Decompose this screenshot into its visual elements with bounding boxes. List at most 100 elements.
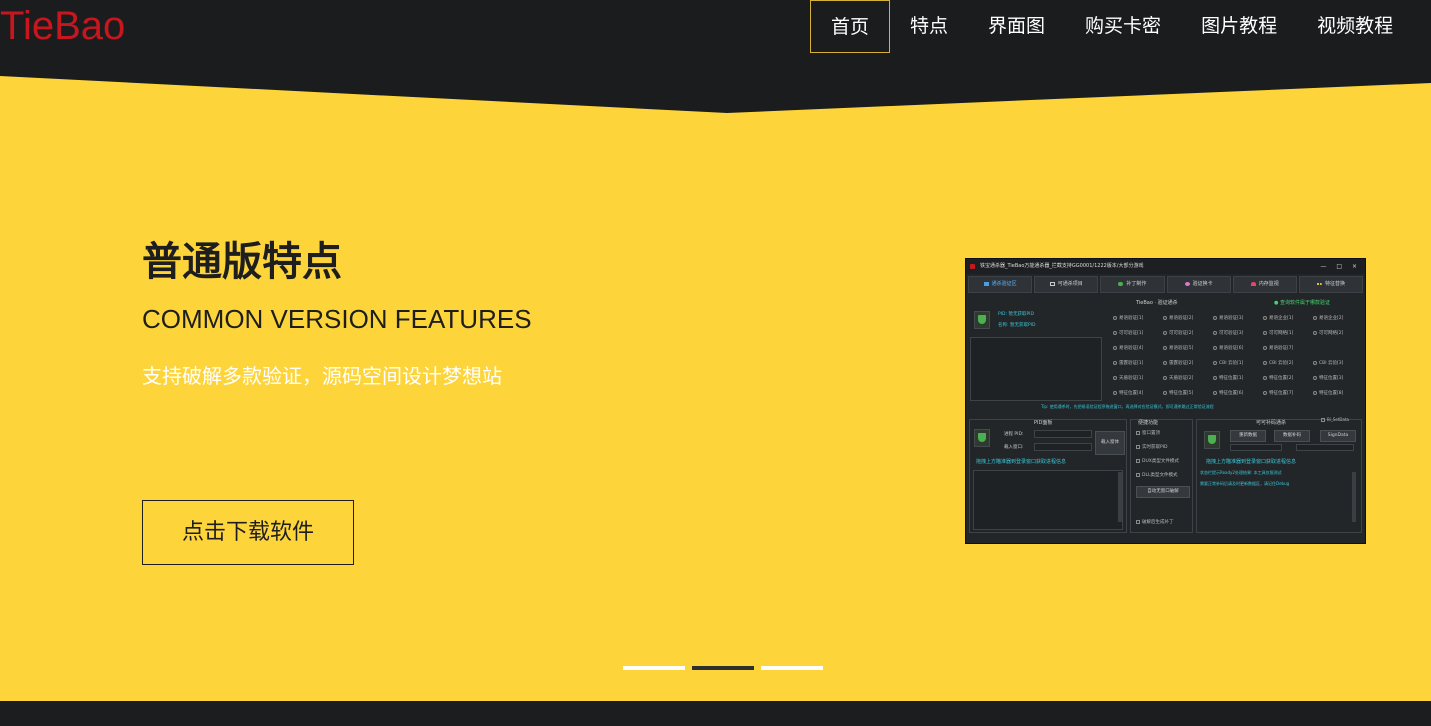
dots-icon [1316, 282, 1322, 285]
right-log-line: 状态栏提示Ready2处理结果: 本工具仅限测试 [1200, 470, 1282, 475]
verify-option: CBI 云验[3] [1313, 359, 1361, 368]
verify-option: 易语验证[5] [1163, 344, 1211, 353]
app-titlebar: 铁宝通杀器_TieBao万能通杀器_拦截支持GG0001/1222版本/大部分游… [966, 259, 1365, 274]
preview-box [970, 337, 1102, 401]
verify-option: 特征位置[1] [1213, 374, 1261, 383]
right-field [1230, 444, 1282, 451]
verify-option: 易语验证[2] [1163, 314, 1211, 323]
nav-item-buy-card[interactable]: 购买卡密 [1065, 0, 1181, 53]
pid-label: PID: 暂无获取PID [998, 311, 1034, 317]
query-link: ● 查询软件属于哪款验证 [1274, 300, 1330, 306]
verify-option: 特征位置[8] [1313, 389, 1361, 398]
carousel-indicators [623, 666, 823, 670]
pid-value: PID: 暂无获取PID [998, 312, 1034, 317]
verify-option: 易语验证[7] [1263, 344, 1311, 353]
header-notch-shape [0, 76, 1431, 113]
app-tab-label: 可通杀项目 [1057, 281, 1083, 287]
tip-text: Tip: 使用通杀时，先把易语验证程序拖进窗口，再选择对应验证模式，即可通杀跳过… [1041, 404, 1214, 409]
app-logo-icon [970, 264, 975, 269]
verify-option: 易语验证[4] [1113, 344, 1161, 353]
hero-description: 支持破解多款验证，源码空间设计梦想站 [142, 364, 502, 388]
right-button: SignData [1320, 430, 1356, 442]
carousel-dot-3[interactable] [761, 666, 823, 670]
heart-icon [1250, 281, 1256, 286]
right-hint: 拖拽上方瞄准器到登录窗口获取进程信息 [1206, 459, 1297, 465]
footer-bar [0, 701, 1431, 726]
verify-option: 特征位置[3] [1313, 374, 1361, 383]
verify-option: CBI 云验[2] [1263, 359, 1311, 368]
verify-option: 可可验证[3] [1213, 329, 1261, 338]
window-field [1034, 443, 1092, 451]
verify-option: CBI 云验[1] [1213, 359, 1261, 368]
verify-option: 易语验证[6] [1213, 344, 1261, 353]
verify-option: 可可验证[2] [1163, 329, 1211, 338]
chat-icon [1118, 281, 1124, 286]
verify-option-empty [1313, 344, 1361, 353]
site-logo[interactable]: TieBao [0, 4, 125, 48]
pid-panel-title: PID面板 [1034, 420, 1053, 426]
verify-section-title: TieBao · 验证通杀 [1136, 300, 1178, 306]
verify-option: 特征位置[6] [1213, 389, 1261, 398]
nav-item-home[interactable]: 首页 [810, 0, 891, 53]
nav-item-image-tutorial[interactable]: 图片教程 [1181, 0, 1297, 53]
right-button: 数据补码 [1274, 430, 1310, 442]
app-tab-projects: 可通杀项目 [1034, 276, 1099, 293]
app-tab-card: 验证换卡 [1166, 276, 1231, 293]
quick-option: 实时获取PID [1136, 444, 1168, 450]
pid-log-box [973, 470, 1123, 530]
verify-option: 易语验证[1] [1113, 314, 1161, 323]
hero-subtitle: COMMON VERSION FEATURES [142, 304, 532, 334]
verify-option: 可可网络[1] [1263, 329, 1311, 338]
app-tab-verify: 通杀验证区 [968, 276, 1033, 293]
app-tab-replace: 特征替换 [1298, 276, 1364, 293]
app-tab-label: 通杀验证区 [991, 281, 1017, 287]
load-window-button: 载入窗体 [1095, 431, 1125, 455]
download-button[interactable]: 点击下载软件 [142, 500, 354, 565]
name-label: 名称: 暂无获取PID [998, 322, 1035, 328]
verify-options-grid: 易语验证[1] 易语验证[2] 易语验证[3] 易语企业[1] 易语企业[2] … [1113, 314, 1361, 398]
verify-option: 特征位置[7] [1263, 389, 1311, 398]
right-field [1296, 444, 1354, 451]
top-navigation-bar: TieBao 首页 特点 界面图 购买卡密 图片教程 视频教程 [0, 0, 1431, 76]
user-icon [1184, 281, 1190, 286]
pid-hint: 拖拽上方瞄准器到登录窗口获取进程信息 [976, 459, 1067, 465]
grid-icon [983, 281, 989, 286]
verify-option: 特征位置[5] [1163, 389, 1211, 398]
hero-title: 普通版特点 [142, 239, 342, 285]
name-value: 名称: 暂无获取PID [998, 323, 1036, 328]
verify-option: 易语验证[3] [1213, 314, 1261, 323]
quick-option: DLL类型文件模式 [1136, 472, 1177, 478]
verify-option: 易语企业[1] [1263, 314, 1311, 323]
verify-option: 易语企业[2] [1313, 314, 1361, 323]
verify-option: 可可验证[1] [1113, 329, 1161, 338]
right-panel-title: 可可补码通杀 [1256, 420, 1287, 426]
auto-crack-button: 自动无窗口破解 [1136, 486, 1190, 498]
carousel-dot-1[interactable] [623, 666, 685, 670]
right-log-line: 需要正常补码后请及时更新数据区，请记住Debug [1200, 481, 1290, 486]
right-button: 重新数据 [1230, 430, 1266, 442]
monitor-icon [1049, 281, 1055, 286]
process-pid-label: 进程 PID: [1004, 432, 1024, 437]
app-title-text: 铁宝通杀器_TieBao万能通杀器_拦截支持GG0001/1222版本/大部分游… [980, 263, 1144, 269]
app-tab-label: 内存监视 [1258, 281, 1279, 287]
carousel-dot-2[interactable] [692, 666, 754, 670]
verify-option: 可可网络[2] [1313, 329, 1361, 338]
verify-option: 特征位置[2] [1263, 374, 1311, 383]
quick-option-bottom: 破解后生成补丁 [1136, 519, 1174, 525]
quick-panel-title: 便捷功能 [1138, 420, 1159, 426]
app-tab-label: 特征替换 [1324, 281, 1345, 287]
verify-option: 雷霆验证[1] [1113, 359, 1161, 368]
app-tabs: 通杀验证区 可通杀项目 补丁制作 验证换卡 内存监视 特征替换 [968, 276, 1364, 293]
window-label: 载入窗口: [1004, 445, 1024, 450]
shield-icon [1204, 431, 1220, 449]
app-screenshot: 铁宝通杀器_TieBao万能通杀器_拦截支持GG0001/1222版本/大部分游… [965, 258, 1366, 544]
nav-item-features[interactable]: 特点 [890, 0, 968, 53]
main-nav: 首页 特点 界面图 购买卡密 图片教程 视频教程 [810, 0, 1413, 56]
app-tab-memory: 内存监视 [1232, 276, 1297, 293]
shield-icon [974, 311, 990, 329]
right-checkbox: Bi_SetData [1321, 417, 1349, 422]
nav-item-video-tutorial[interactable]: 视频教程 [1297, 0, 1413, 53]
nav-item-screenshots[interactable]: 界面图 [968, 0, 1065, 53]
window-controls: — □ × [1320, 263, 1361, 270]
app-tab-label: 补丁制作 [1126, 281, 1147, 287]
